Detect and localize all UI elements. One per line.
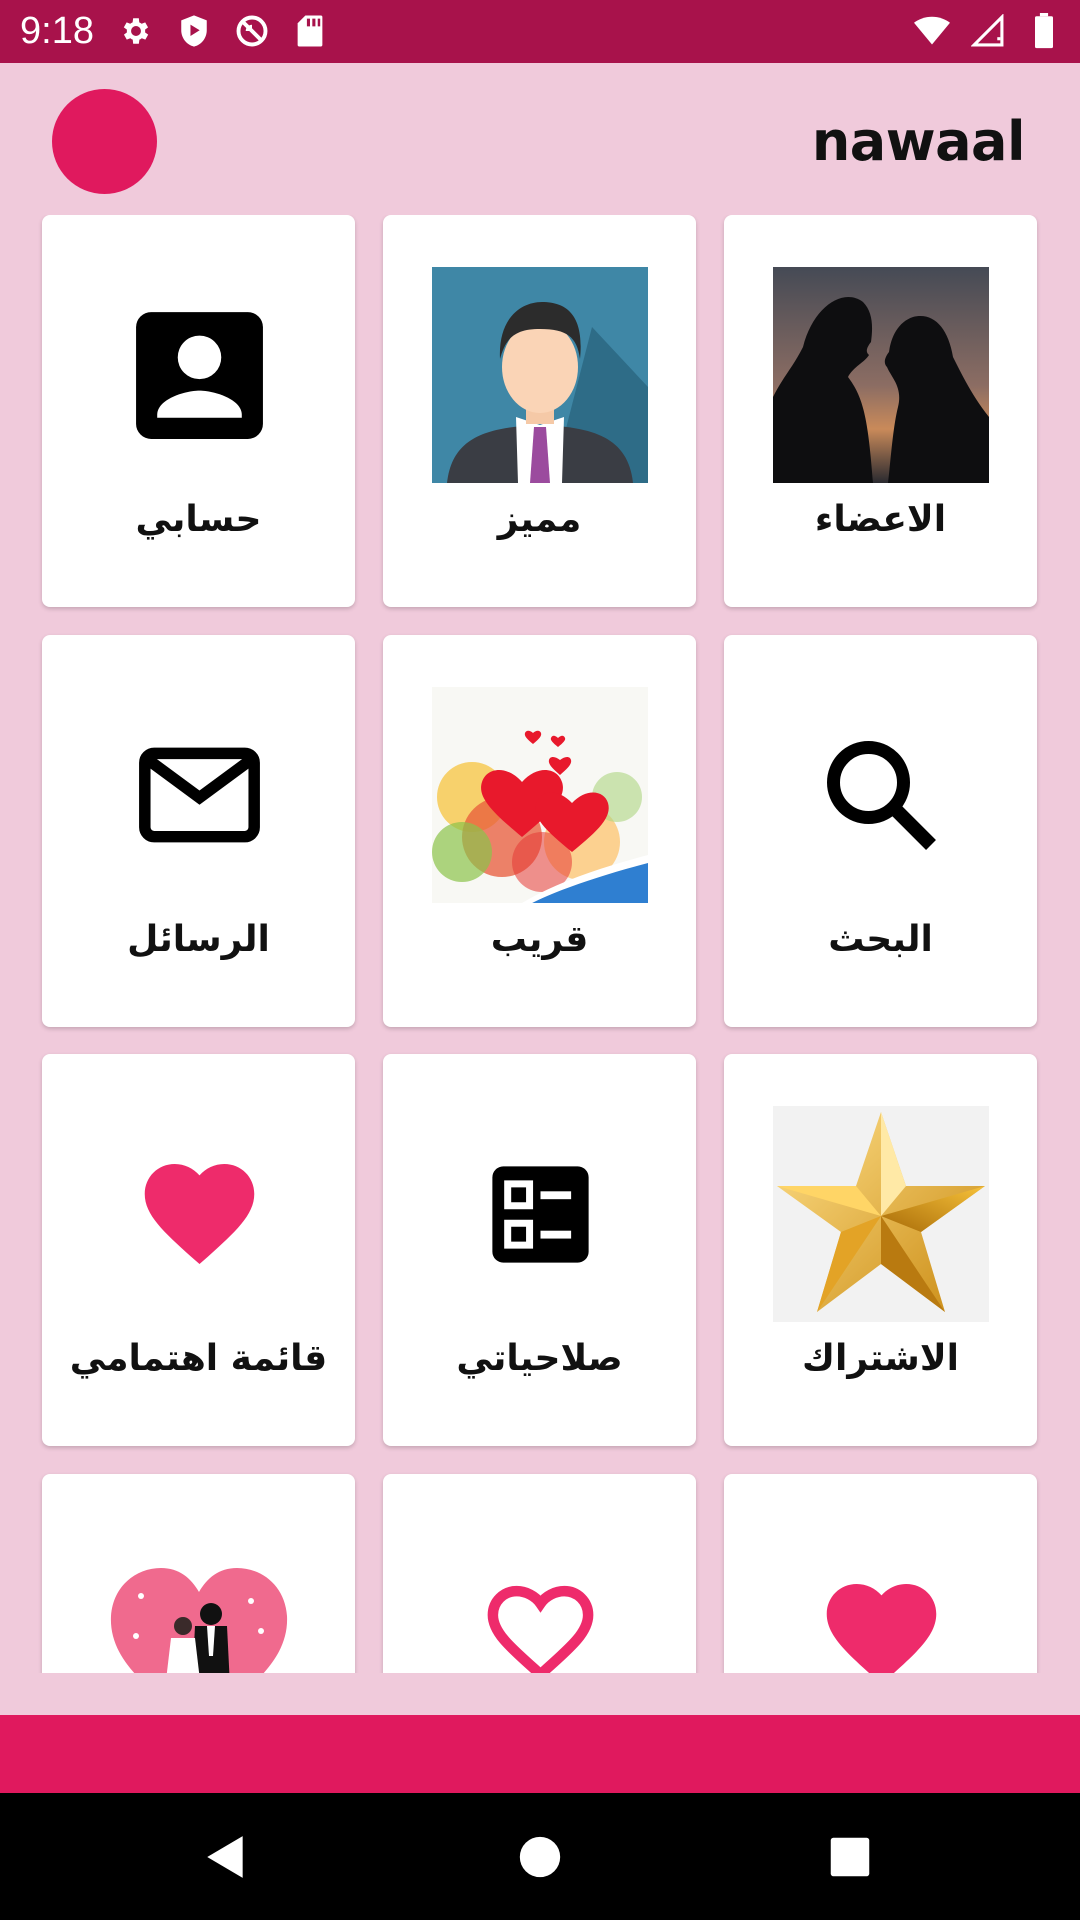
battery-icon [1026, 12, 1062, 50]
checklist-icon [432, 1106, 648, 1322]
bottom-banner [0, 1715, 1080, 1793]
tile-messages[interactable]: الرسائل [42, 635, 355, 1027]
tile-favorites[interactable] [383, 1474, 696, 1673]
tile-label: مميز [497, 499, 582, 540]
tile-nearby[interactable]: قريب [383, 635, 696, 1027]
hearts-splash-image [432, 687, 648, 903]
tile-label: البحث [828, 919, 933, 960]
businessman-avatar-image [432, 267, 648, 483]
tile-label: قريب [490, 919, 589, 960]
wifi-icon [914, 12, 950, 50]
tile-wedding[interactable] [42, 1474, 355, 1673]
shield-play-icon [176, 12, 212, 50]
status-bar: 9:18 [0, 0, 1080, 63]
tile-label: الاعضاء [814, 499, 947, 540]
tile-my-account[interactable]: حسابي [42, 215, 355, 607]
tile-subscription[interactable]: الاشتراك [724, 1054, 1037, 1446]
tile-label: حسابي [135, 499, 262, 540]
tile-interest-list[interactable]: قائمة اهتمامي [42, 1054, 355, 1446]
app-title: nawaal [811, 110, 1026, 173]
heart-icon [91, 1106, 307, 1322]
menu-grid[interactable]: حسابي مميز الاعضاء الرسائل قريب البحث قا… [0, 215, 1080, 1673]
sync-blocked-icon [234, 12, 270, 50]
status-icons-right [914, 12, 1062, 50]
tile-premium[interactable]: مميز [383, 215, 696, 607]
couple-silhouette-image [773, 267, 989, 483]
home-icon[interactable] [510, 1827, 570, 1887]
heart-icon [773, 1526, 989, 1673]
heart-outline-icon [432, 1526, 648, 1673]
status-time: 9:18 [20, 10, 94, 52]
sd-card-icon [292, 12, 328, 50]
wedding-couple-heart-image [91, 1526, 307, 1673]
cellular-signal-icon [970, 12, 1006, 50]
settings-icon [118, 12, 154, 50]
mail-icon [91, 687, 307, 903]
tile-permissions[interactable]: صلاحياتي [383, 1054, 696, 1446]
tile-search[interactable]: البحث [724, 635, 1037, 1027]
avatar[interactable] [52, 89, 157, 194]
tile-label: الاشتراك [802, 1338, 959, 1379]
recents-icon[interactable] [820, 1827, 880, 1887]
tile-label: الرسائل [127, 919, 270, 960]
back-icon[interactable] [196, 1827, 256, 1887]
system-nav-bar [0, 1793, 1080, 1920]
tile-likes[interactable] [724, 1474, 1037, 1673]
tile-label: صلاحياتي [456, 1338, 623, 1379]
search-icon [773, 687, 989, 903]
tile-members[interactable]: الاعضاء [724, 215, 1037, 607]
status-icons-left [118, 12, 328, 50]
gold-star-image [773, 1106, 989, 1322]
tile-label: قائمة اهتمامي [69, 1338, 328, 1379]
account-box-icon [91, 267, 307, 483]
